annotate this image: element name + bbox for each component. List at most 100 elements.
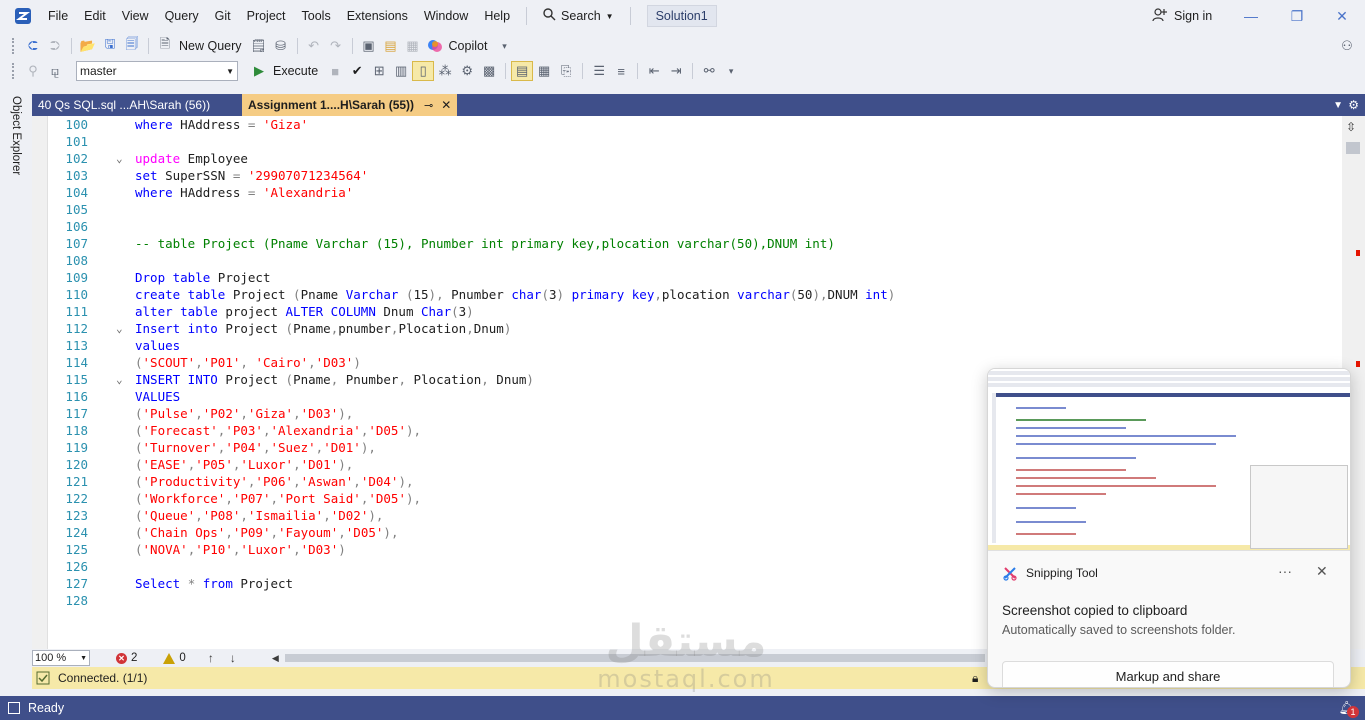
toolbar-overflow-icon[interactable]: ▾	[493, 36, 515, 56]
menu-help[interactable]: Help	[476, 0, 518, 32]
snipping-tool-notification[interactable]: Snipping Tool ··· ✕ Screenshot copied to…	[987, 368, 1351, 688]
previous-issue-icon[interactable]: ↑	[208, 651, 214, 665]
change-connection-icon[interactable]: ⚼	[44, 61, 66, 81]
warnings-indicator[interactable]: 0	[163, 652, 186, 664]
gear-icon[interactable]: ⚙	[1348, 94, 1359, 116]
copilot-button[interactable]: Copilot	[449, 39, 488, 53]
results-to-grid-icon[interactable]: ▦	[533, 61, 555, 81]
query-designer-icon[interactable]: ▥	[390, 61, 412, 81]
increase-indent-icon[interactable]: ⇥	[665, 61, 687, 81]
redo-icon[interactable]: ↷	[325, 36, 347, 56]
code-line[interactable]: 103 set SuperSSN = '29907071234564'	[32, 167, 1332, 184]
menu-window[interactable]: Window	[416, 0, 476, 32]
new-query-button[interactable]: New Query	[179, 39, 242, 53]
tab-40-qs-sql[interactable]: 40 Qs SQL.sql ...AH\Sarah (56))	[32, 94, 242, 116]
execute-icon[interactable]: ▶	[248, 61, 270, 81]
analysis-icon[interactable]: ⛁	[270, 36, 292, 56]
live-stats-icon[interactable]: ▩	[478, 61, 500, 81]
code-token: '29907071234564'	[247, 168, 369, 183]
code-line[interactable]: 113 values	[32, 337, 1332, 354]
save-all-icon[interactable]: 🗐	[121, 36, 143, 56]
database-select[interactable]: master ▼	[76, 61, 238, 81]
menu-git[interactable]: Git	[207, 0, 239, 32]
code-token: Plocation	[405, 372, 482, 387]
copilot-icon[interactable]	[424, 36, 446, 56]
code-token: DNUM	[827, 287, 866, 302]
code-line[interactable]: 109 Drop table Project	[32, 269, 1332, 286]
markup-and-share-button[interactable]: Markup and share	[1002, 661, 1334, 687]
menu-query[interactable]: Query	[157, 0, 207, 32]
menu-tools[interactable]: Tools	[294, 0, 339, 32]
code-token: varchar	[737, 287, 790, 302]
intellisense-icon[interactable]: ⁂	[434, 61, 456, 81]
parse-checkmark-icon[interactable]: ✔	[346, 61, 368, 81]
code-line[interactable]: 112 ⌄ Insert into Project (Pname,pnumber,P…	[32, 320, 1332, 337]
results-to-file-icon[interactable]: ⎘	[555, 61, 577, 81]
toolbar-grip[interactable]	[12, 38, 16, 54]
close-icon[interactable]: ✕	[1316, 563, 1328, 580]
undo-icon[interactable]: ↶	[303, 36, 325, 56]
scroll-left-icon[interactable]: ◀	[272, 653, 279, 664]
new-query-icon[interactable]: 🗎	[154, 36, 176, 56]
object-explorer-tab[interactable]: Object Explorer	[10, 96, 22, 175]
scroll-thumb[interactable]	[1346, 142, 1360, 154]
code-line[interactable]: 101	[32, 133, 1332, 150]
comment-lines-icon[interactable]: ☰	[588, 61, 610, 81]
specify-values-icon[interactable]: ⚯	[698, 61, 720, 81]
open-folder-icon[interactable]: 📂	[77, 36, 99, 56]
zoom-select[interactable]: 100 % ▼	[32, 650, 90, 666]
solution-explorer-icon[interactable]: ▤	[380, 36, 402, 56]
menu-project[interactable]: Project	[239, 0, 294, 32]
restore-button[interactable]: ❐	[1274, 0, 1320, 32]
save-icon[interactable]: 🖫	[99, 36, 121, 56]
registered-servers-icon[interactable]: ▦	[402, 36, 424, 56]
tab-assignment-1[interactable]: Assignment 1....H\Sarah (55)) ⊸ ✕	[242, 94, 458, 116]
feedback-icon[interactable]: ⚇	[1336, 36, 1358, 56]
errors-indicator[interactable]: ✕ 2	[116, 652, 137, 664]
code-line[interactable]: 104 where HAddress = 'Alexandria'	[32, 184, 1332, 201]
activity-monitor-icon[interactable]: ▣	[358, 36, 380, 56]
code-line[interactable]: 102 ⌄ update Employee	[32, 150, 1332, 167]
menu-extensions[interactable]: Extensions	[339, 0, 416, 32]
fold-toggle-icon[interactable]: ⌄	[116, 320, 123, 337]
pin-icon[interactable]: ⊸	[424, 99, 433, 112]
code-line[interactable]: 106	[32, 218, 1332, 235]
connect-icon[interactable]: ⚲	[22, 61, 44, 81]
display-plan-icon[interactable]: ⊞	[368, 61, 390, 81]
uncomment-lines-icon[interactable]: ≡	[610, 61, 632, 81]
close-icon[interactable]: ✕	[441, 98, 451, 112]
toolbar-grip[interactable]	[12, 63, 16, 79]
back-icon[interactable]: ⮈	[22, 36, 44, 56]
menu-file[interactable]: File	[40, 0, 76, 32]
forward-icon[interactable]: ⮊	[44, 36, 66, 56]
line-number: 127	[65, 576, 88, 591]
fold-toggle-icon[interactable]: ⌄	[116, 371, 123, 388]
results-to-text-icon[interactable]: ▤	[511, 61, 534, 81]
more-options-icon[interactable]: ···	[1278, 563, 1292, 579]
screenshot-preview[interactable]	[988, 369, 1350, 551]
search-menu[interactable]: Search ▼	[535, 8, 622, 24]
signin-button[interactable]: Sign in	[1152, 0, 1212, 32]
split-handle-icon[interactable]: ⇳	[1346, 120, 1356, 134]
fold-toggle-icon[interactable]: ⌄	[116, 150, 123, 167]
stop-icon[interactable]: ■	[324, 61, 346, 81]
code-line[interactable]: 110 create table Project (Pname Varchar (…	[32, 286, 1332, 303]
minimize-button[interactable]: —	[1228, 0, 1274, 32]
include-plan-icon[interactable]: ▯	[412, 61, 435, 81]
database-query-icon[interactable]: 🗒	[248, 36, 270, 56]
toolbar-overflow-icon[interactable]: ▾	[720, 61, 742, 81]
execute-button[interactable]: Execute	[273, 64, 318, 78]
solution-name-badge[interactable]: Solution1	[646, 5, 717, 27]
close-window-button[interactable]: ✕	[1319, 0, 1365, 32]
code-line[interactable]: 107 -- table Project (Pname Varchar (15),…	[32, 235, 1332, 252]
menu-edit[interactable]: Edit	[76, 0, 114, 32]
code-line[interactable]: 108	[32, 252, 1332, 269]
code-line[interactable]: 105	[32, 201, 1332, 218]
tab-list-dropdown-icon[interactable]: ▼	[1333, 94, 1343, 116]
query-options-icon[interactable]: ⚙	[456, 61, 478, 81]
next-issue-icon[interactable]: ↓	[230, 651, 236, 665]
code-line[interactable]: 111 alter table project ALTER COLUMN Dnum…	[32, 303, 1332, 320]
menu-view[interactable]: View	[114, 0, 157, 32]
decrease-indent-icon[interactable]: ⇤	[643, 61, 665, 81]
code-line[interactable]: 100 where HAddress = 'Giza'	[32, 116, 1332, 133]
